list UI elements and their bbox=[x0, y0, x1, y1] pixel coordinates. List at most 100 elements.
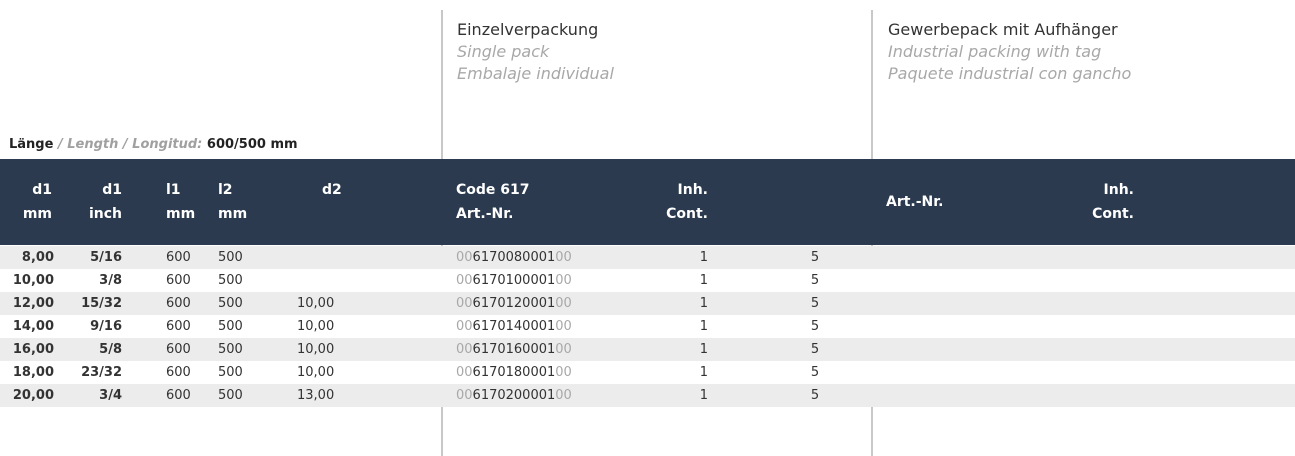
table-row: 18,00 23/32 600 500 10,00 1 5 00617018000100 bbox=[0, 361, 1295, 384]
code-suffix: 00 bbox=[555, 388, 572, 403]
code-main: 6170100001 bbox=[472, 273, 556, 288]
header-unit: inch bbox=[88, 206, 122, 222]
cell-d1-mm: 14,00 bbox=[12, 319, 54, 334]
code-suffix: 00 bbox=[555, 250, 572, 265]
header-text: Inh. bbox=[1103, 182, 1134, 198]
code-suffix: 00 bbox=[555, 273, 572, 288]
cell-inh: 1 bbox=[699, 273, 708, 288]
cell-d1-inch: 15/32 bbox=[81, 296, 122, 311]
cell-article-code: 00617012000100 bbox=[456, 292, 572, 315]
length-label: Länge bbox=[9, 137, 54, 152]
header-inh-single: Inh. Cont. bbox=[640, 178, 708, 226]
cell-d1-inch: 3/4 bbox=[99, 388, 122, 403]
header-unit: mm bbox=[218, 206, 248, 222]
cell-l2: 500 bbox=[218, 319, 243, 334]
cell-d1-mm: 8,00 bbox=[21, 250, 54, 265]
cell-l1: 600 bbox=[166, 273, 191, 288]
header-unit: mm bbox=[166, 206, 196, 222]
cell-inh: 1 bbox=[699, 365, 708, 380]
cell-d2: 10,00 bbox=[297, 342, 335, 357]
cell-article-code: 00617018000100 bbox=[456, 361, 572, 384]
header-unit: Cont. bbox=[1092, 206, 1134, 222]
cell-l2: 500 bbox=[218, 296, 243, 311]
header-art-industrial: Art.-Nr. bbox=[886, 190, 944, 214]
table-row: 10,00 3/8 600 500 1 5 00617010000100 bbox=[0, 269, 1295, 292]
header-unit: Art.-Nr. bbox=[456, 206, 514, 222]
code-suffix: 00 bbox=[555, 342, 572, 357]
header-text: Inh. bbox=[677, 182, 708, 198]
length-info: Länge / Length / Longitud: 600/500 mm bbox=[9, 137, 298, 152]
header-d2: d2 bbox=[322, 178, 342, 226]
cell-l1: 600 bbox=[166, 250, 191, 265]
cell-d2: 13,00 bbox=[297, 388, 335, 403]
code-main: 6170120001 bbox=[472, 296, 556, 311]
header-d1-inch: d1 inch bbox=[60, 178, 122, 226]
cell-d1-inch: 9/16 bbox=[90, 319, 122, 334]
code-prefix: 00 bbox=[456, 342, 473, 357]
header-text: l1 bbox=[166, 182, 181, 198]
header-text: Art.-Nr. bbox=[886, 194, 944, 210]
code-suffix: 00 bbox=[555, 319, 572, 334]
code-main: 6170140001 bbox=[472, 319, 556, 334]
header-inh-industrial: Inh. Cont. bbox=[1060, 178, 1134, 226]
cell-d2: 10,00 bbox=[297, 365, 335, 380]
cell-pack-qty: 5 bbox=[810, 273, 820, 288]
code-suffix: 00 bbox=[555, 365, 572, 380]
cell-l2: 500 bbox=[218, 365, 243, 380]
cell-l1: 600 bbox=[166, 365, 191, 380]
cell-pack-qty: 5 bbox=[810, 388, 820, 403]
cell-article-code: 00617008000100 bbox=[456, 246, 572, 269]
cell-d1-mm: 12,00 bbox=[12, 296, 54, 311]
code-main: 6170180001 bbox=[472, 365, 556, 380]
table-header: d1 mm d1 inch l1 mm l2 mm d2 Code 617 Ar… bbox=[0, 159, 1295, 378]
table-row: 8,00 5/16 600 500 1 5 00617008000100 bbox=[0, 246, 1295, 269]
code-prefix: 00 bbox=[456, 365, 473, 380]
cell-d1-mm: 18,00 bbox=[12, 365, 54, 380]
cell-d1-mm: 10,00 bbox=[12, 273, 54, 288]
code-suffix: 00 bbox=[555, 296, 572, 311]
cell-l1: 600 bbox=[166, 319, 191, 334]
code-prefix: 00 bbox=[456, 250, 473, 265]
header-text: d1 bbox=[32, 182, 52, 198]
group-single-de: Einzelverpackung bbox=[457, 20, 599, 39]
header-text: l2 bbox=[218, 182, 233, 198]
cell-d1-inch: 5/16 bbox=[90, 250, 122, 265]
group-single-en: Single pack bbox=[457, 42, 550, 61]
cell-pack-qty: 5 bbox=[810, 342, 820, 357]
cell-l1: 600 bbox=[166, 388, 191, 403]
cell-pack-qty: 5 bbox=[810, 365, 820, 380]
table-row: 20,00 3/4 600 500 13,00 1 5 00617020000100 bbox=[0, 384, 1295, 407]
cell-inh: 1 bbox=[699, 296, 708, 311]
cell-inh: 1 bbox=[699, 342, 708, 357]
cell-article-code: 00617014000100 bbox=[456, 315, 572, 338]
header-unit bbox=[322, 202, 342, 226]
cell-article-code: 00617020000100 bbox=[456, 384, 572, 407]
code-main: 6170080001 bbox=[472, 250, 556, 265]
group-industrial-de: Gewerbepack mit Aufhänger bbox=[888, 20, 1118, 39]
header-code: Code 617 Art.-Nr. bbox=[456, 178, 530, 226]
cell-l1: 600 bbox=[166, 296, 191, 311]
header-text: d1 bbox=[102, 182, 122, 198]
cell-l2: 500 bbox=[218, 250, 243, 265]
group-industrial-es: Paquete industrial con gancho bbox=[888, 64, 1132, 83]
header-l2: l2 mm bbox=[218, 178, 247, 226]
code-prefix: 00 bbox=[456, 388, 473, 403]
cell-article-code: 00617016000100 bbox=[456, 338, 572, 361]
cell-d1-inch: 23/32 bbox=[81, 365, 122, 380]
group-single-es: Embalaje individual bbox=[457, 64, 614, 83]
cell-l2: 500 bbox=[218, 342, 243, 357]
table-row: 14,00 9/16 600 500 10,00 1 5 00617014000100 bbox=[0, 315, 1295, 338]
header-text: Code 617 bbox=[456, 182, 530, 198]
cell-inh: 1 bbox=[699, 319, 708, 334]
header-text: d2 bbox=[322, 182, 342, 198]
code-prefix: 00 bbox=[456, 273, 473, 288]
table-row: 12,00 15/32 600 500 10,00 1 5 00617012000100 bbox=[0, 292, 1295, 315]
cell-pack-qty: 5 bbox=[810, 250, 820, 265]
cell-pack-qty: 5 bbox=[810, 296, 820, 311]
cell-d1-inch: 5/8 bbox=[99, 342, 122, 357]
cell-d1-inch: 3/8 bbox=[99, 273, 122, 288]
cell-l1: 600 bbox=[166, 342, 191, 357]
length-value: 600/500 mm bbox=[202, 137, 298, 152]
length-label-translations: / Length / Longitud: bbox=[53, 137, 203, 152]
cell-d2: 10,00 bbox=[297, 319, 335, 334]
